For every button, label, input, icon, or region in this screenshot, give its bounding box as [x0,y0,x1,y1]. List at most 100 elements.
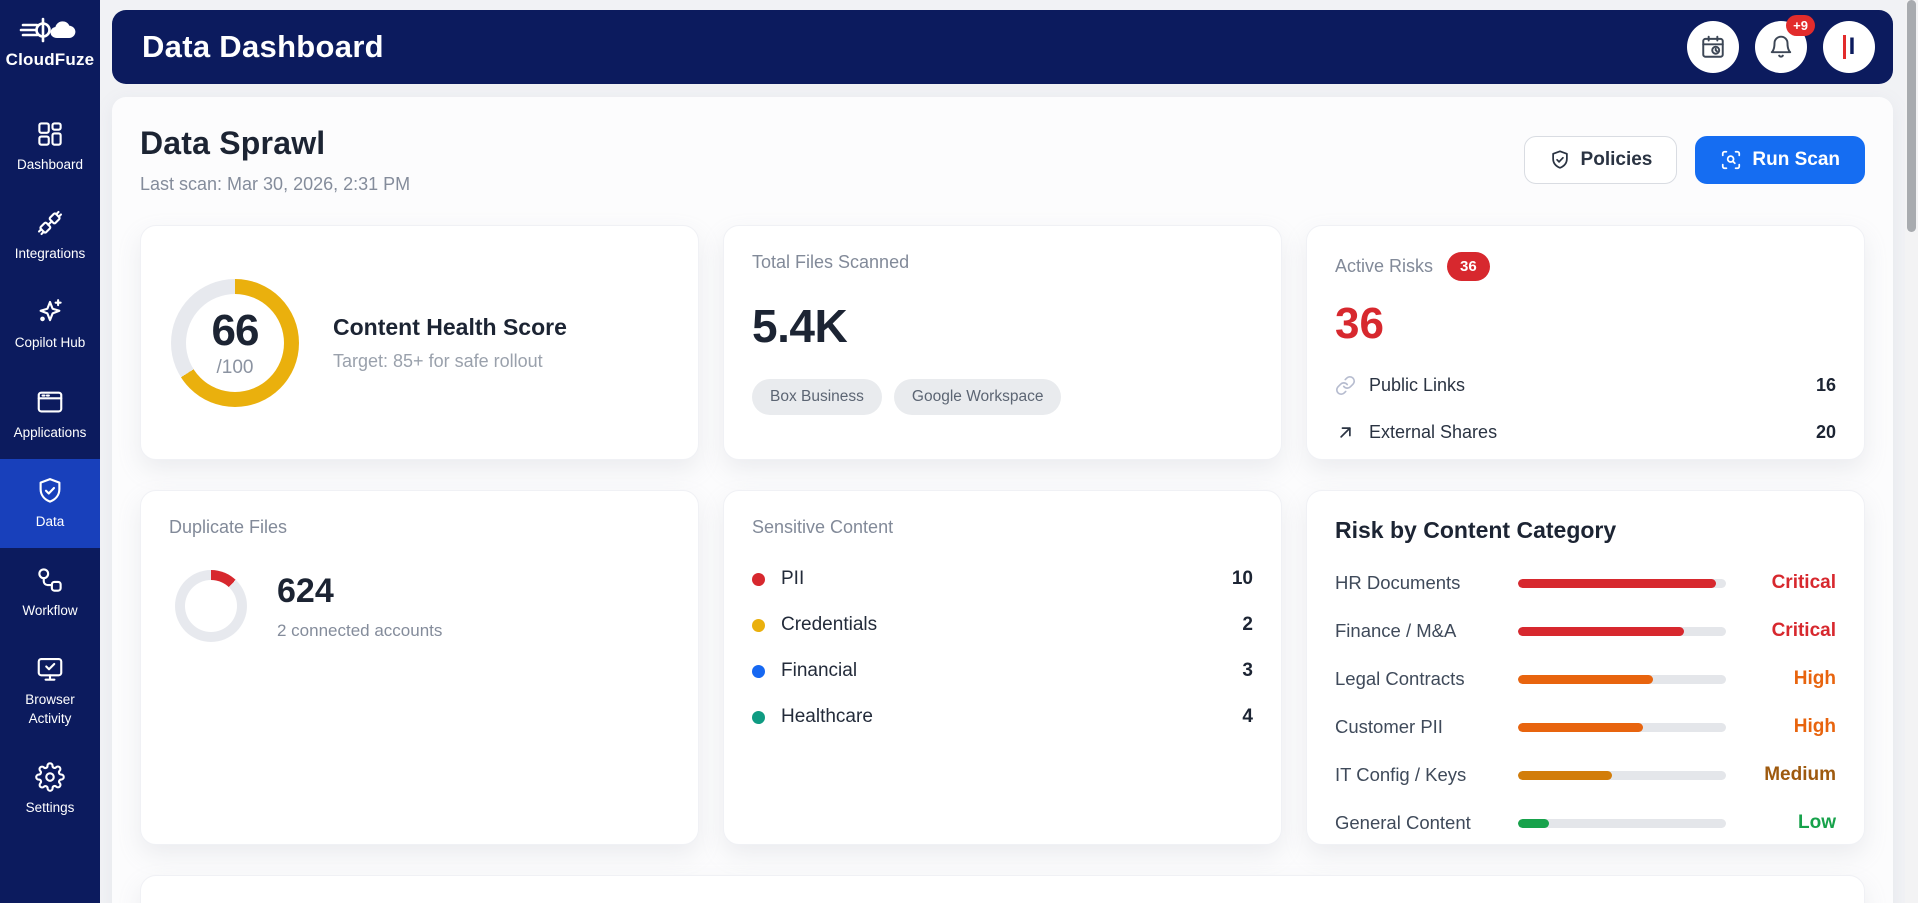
category-progress-bar [1518,626,1726,636]
sidebar-item-settings[interactable]: Settings [0,745,100,834]
category-row-it-config-keys: IT Config / Keys Medium [1335,764,1836,786]
total-files-card: Total Files Scanned 5.4K Box Business Go… [723,225,1282,460]
active-risks-card: Active Risks 36 36 Public Links 16 Exter… [1306,225,1865,460]
plug-icon [37,211,63,236]
user-avatar-button[interactable]: I [1823,21,1875,73]
sidebar-item-dashboard[interactable]: Dashboard [0,102,100,191]
sidebar-nav: Dashboard Integrations Copilot Hub Appli… [0,102,100,834]
sensitive-row-financial[interactable]: Financial 3 [752,660,1253,682]
category-level: Critical [1771,620,1836,641]
sensitive-row-pii[interactable]: PII 10 [752,568,1253,590]
external-shares-label: External Shares [1369,422,1498,442]
public-links-label: Public Links [1369,375,1466,395]
content-health-score-card: 66 /100 Content Health Score Target: 85+… [140,225,699,460]
public-links-row[interactable]: Public Links 16 [1335,375,1836,396]
category-level: Low [1798,812,1836,833]
sidebar-item-label: Applications [13,424,87,440]
sensitive-row-label: PII [781,568,805,589]
avatar: I [1842,35,1855,59]
sensitive-content-card: Sensitive Content PII 10 Credentials 2 F… [723,490,1282,845]
category-label: HR Documents [1335,572,1461,593]
notifications-button[interactable]: +9 [1755,15,1815,73]
run-scan-button[interactable]: Run Scan [1695,136,1865,184]
risk-by-category-card: Risk by Content Category HR Documents Cr… [1306,490,1865,845]
category-progress-bar [1518,770,1726,780]
policies-button-label: Policies [1580,149,1653,170]
active-risks-value: 36 [1335,299,1384,348]
gear-icon [35,761,65,792]
total-files-value: 5.4K [752,300,848,352]
sensitive-row-label: Credentials [781,614,878,635]
duplicate-files-card: Duplicate Files 624 2 connected accounts [140,490,699,845]
duplicate-files-donut [175,570,247,642]
sidebar-item-label: Integrations [14,246,86,262]
total-files-title: Total Files Scanned [752,252,910,272]
category-level: High [1793,668,1836,689]
sensitive-row-credentials[interactable]: Credentials 2 [752,614,1253,636]
category-level: Critical [1771,572,1836,593]
health-card-title: Content Health Score [333,313,567,340]
sensitive-content-title: Sensitive Content [752,517,894,537]
healthcare-dot-icon [752,710,765,724]
category-row-customer-pii: Customer PII High [1335,716,1836,738]
notification-badge: +9 [1786,15,1815,36]
sidebar-item-applications[interactable]: Applications [0,370,100,459]
page-scrollbar[interactable] [1905,0,1918,903]
category-row-finance-ma: Finance / M&A Critical [1335,620,1836,642]
sidebar-item-data[interactable]: Data [0,458,100,549]
health-score-denominator: /100 [216,357,254,378]
sensitive-row-label: Healthcare [781,706,873,727]
sensitive-row-healthcare[interactable]: Healthcare 4 [752,706,1253,728]
external-shares-value: 20 [1815,422,1836,442]
source-chip-google[interactable]: Google Workspace [893,379,1062,415]
category-progress-bar [1518,674,1726,684]
sensitive-row-value: 10 [1231,568,1253,589]
category-progress-bar [1518,722,1726,732]
category-level: High [1793,716,1836,737]
sidebar-item-label: Workflow [22,603,78,619]
link-icon [1335,375,1356,396]
category-row-hr-documents: HR Documents Critical [1335,572,1836,594]
shield-check-icon [39,477,61,503]
section-header: Data Sprawl Last scan: Mar 30, 2026, 2:3… [140,125,1865,195]
category-label: Legal Contracts [1335,668,1465,689]
bell-icon [1770,35,1792,58]
partial-card [140,875,1865,903]
sidebar-item-integrations[interactable]: Integrations [0,191,100,280]
sensitive-row-value: 2 [1242,614,1253,635]
sparkles-icon [39,299,62,322]
duplicate-files-value: 624 [277,571,334,610]
cloudfuze-logo[interactable]: CloudFuze [0,0,100,76]
sidebar-item-browser-activity[interactable]: Browser Activity [0,637,100,744]
run-scan-button-label: Run Scan [1752,149,1840,170]
external-shares-row[interactable]: External Shares 20 [1335,422,1836,443]
active-risks-badge: 36 [1447,252,1490,281]
schedule-button[interactable] [1687,21,1739,73]
sidebar-item-workflow[interactable]: Workflow [0,548,100,637]
sidebar-item-label: Dashboard [16,157,84,172]
app-title: Data Dashboard [142,29,384,64]
scrollbar-thumb[interactable] [1907,0,1916,232]
health-card-subtitle: Target: 85+ for safe rollout [333,350,543,371]
source-chip-box[interactable]: Box Business [752,379,882,415]
category-label: Customer PII [1335,716,1443,737]
sidebar-item-label: Data [35,513,65,529]
pii-dot-icon [752,572,765,586]
category-label: Finance / M&A [1335,620,1457,641]
content-panel: Data Sprawl Last scan: Mar 30, 2026, 2:3… [112,97,1893,903]
policies-button[interactable]: Policies [1523,136,1678,184]
top-header-bar: Data Dashboard +9 I [112,10,1893,84]
category-label: General Content [1335,812,1471,833]
scan-search-icon [1722,150,1741,170]
sidebar-item-copilot-hub[interactable]: Copilot Hub [0,280,100,369]
main-area: Data Dashboard +9 I Data Sprawl Last sca… [100,0,1918,903]
category-progress-bar [1518,818,1726,828]
cards-grid: 66 /100 Content Health Score Target: 85+… [140,225,1865,903]
page-title: Data Sprawl [140,125,326,161]
cloudfuze-cloud-icon [19,17,76,43]
sidebar-item-label: Copilot Hub [14,335,86,351]
risk-category-title: Risk by Content Category [1335,517,1617,543]
financial-dot-icon [752,664,765,678]
monitor-check-icon [37,658,63,681]
sidebar-item-label: Settings [25,799,75,815]
